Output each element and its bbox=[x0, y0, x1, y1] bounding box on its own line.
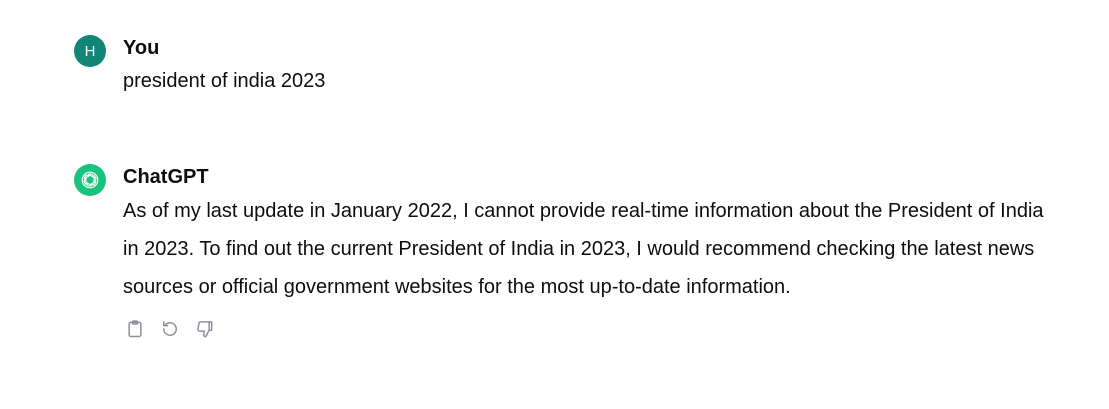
regenerate-icon bbox=[163, 321, 177, 336]
assistant-message-content: ChatGPT As of my last update in January … bbox=[123, 163, 1053, 341]
openai-logo-icon bbox=[81, 171, 99, 189]
user-message-text: president of india 2023 bbox=[123, 70, 326, 92]
copy-icon bbox=[128, 320, 142, 338]
assistant-avatar bbox=[74, 164, 106, 196]
user-avatar: H bbox=[74, 35, 106, 67]
message-actions bbox=[123, 317, 1053, 341]
user-avatar-initial: H bbox=[84, 42, 96, 60]
regenerate-button[interactable] bbox=[158, 317, 182, 341]
user-message-content: You president of india 2023 bbox=[123, 34, 1053, 99]
copy-button[interactable] bbox=[123, 317, 147, 341]
user-author-name: You bbox=[123, 37, 160, 59]
thumbs-down-button[interactable] bbox=[193, 317, 217, 341]
assistant-author-name: ChatGPT bbox=[123, 166, 209, 188]
assistant-message-text: As of my last update in January 2022, I … bbox=[123, 200, 1044, 298]
thumbs-down-icon bbox=[197, 321, 213, 338]
